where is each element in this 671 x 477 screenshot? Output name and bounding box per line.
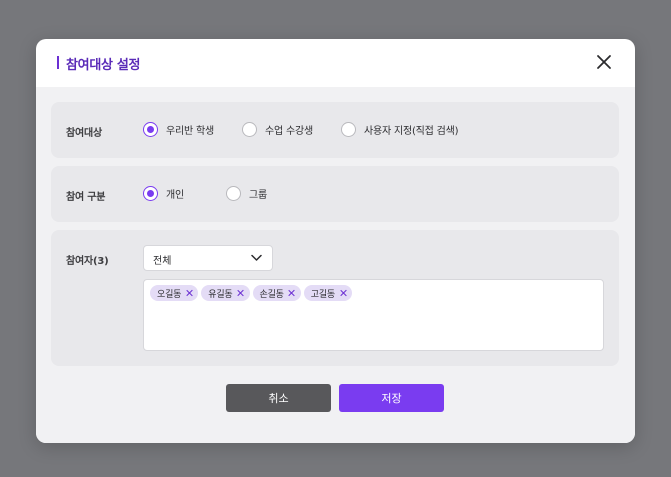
division-section: 참여 구분 개인 그룹: [51, 166, 619, 222]
tag-label: 유길동: [208, 289, 233, 300]
radio-checked-icon: [143, 186, 158, 201]
dialog-header: 참여대상 설정: [36, 39, 635, 87]
participant-filter-select[interactable]: 전체: [143, 245, 273, 271]
participants-label: 참여자(3): [66, 256, 109, 267]
dialog-body: 참여대상 우리반 학생 수업 수강생 사용자 지정(직접 검색) 참여 구분 개…: [36, 87, 635, 443]
participant-tag-box[interactable]: 오길동 유길동 손길동 고길동: [143, 279, 604, 351]
tag-list: 오길동 유길동 손길동 고길동: [150, 285, 597, 301]
participants-section: 참여자(3) 전체 오길동 유길동 손길동 고길동: [51, 230, 619, 366]
remove-tag-icon[interactable]: [288, 289, 296, 297]
tag-label: 오길동: [157, 289, 182, 300]
division-label: 참여 구분: [66, 192, 106, 203]
cancel-button[interactable]: 취소: [226, 384, 331, 412]
radio-label: 수업 수강생: [264, 126, 313, 137]
select-value: 전체: [153, 256, 172, 267]
target-label: 참여대상: [66, 128, 102, 139]
target-section: 참여대상 우리반 학생 수업 수강생 사용자 지정(직접 검색): [51, 102, 619, 158]
radio-checked-icon: [143, 122, 158, 137]
chevron-down-icon: [251, 254, 262, 261]
participant-tag: 오길동: [150, 285, 199, 301]
radio-course-students[interactable]: 수업 수강생: [241, 122, 313, 137]
remove-tag-icon[interactable]: [237, 289, 245, 297]
save-button[interactable]: 저장: [339, 384, 444, 412]
radio-unchecked-icon: [226, 186, 241, 201]
radio-our-class[interactable]: 우리반 학생: [143, 122, 214, 137]
remove-tag-icon[interactable]: [339, 289, 347, 297]
radio-label: 개인: [166, 190, 184, 201]
division-radio-group: 개인 그룹: [143, 186, 295, 201]
target-radio-group: 우리반 학생 수업 수강생 사용자 지정(직접 검색): [143, 122, 486, 137]
close-button[interactable]: [595, 53, 613, 71]
participant-tag: 유길동: [201, 285, 250, 301]
radio-unchecked-icon: [340, 122, 356, 137]
dialog-title: 참여대상 설정: [66, 58, 141, 73]
radio-label: 그룹: [249, 190, 267, 201]
radio-custom[interactable]: 사용자 지정(직접 검색): [340, 122, 459, 137]
radio-label: 우리반 학생: [166, 126, 214, 137]
radio-unchecked-icon: [241, 122, 257, 137]
close-icon: [597, 55, 611, 69]
tag-label: 손길동: [259, 289, 284, 300]
radio-label: 사용자 지정(직접 검색): [363, 126, 459, 137]
radio-individual[interactable]: 개인: [143, 186, 184, 201]
dialog: 참여대상 설정 참여대상 우리반 학생 수업 수강생 사용자 지정(직접 검색)…: [36, 39, 635, 443]
remove-tag-icon[interactable]: [185, 289, 193, 297]
participant-tag: 고길동: [303, 285, 352, 301]
tag-label: 고길동: [310, 289, 335, 300]
title-accent-bar: [57, 56, 59, 69]
radio-group[interactable]: 그룹: [226, 186, 267, 201]
participant-tag: 손길동: [252, 285, 301, 301]
